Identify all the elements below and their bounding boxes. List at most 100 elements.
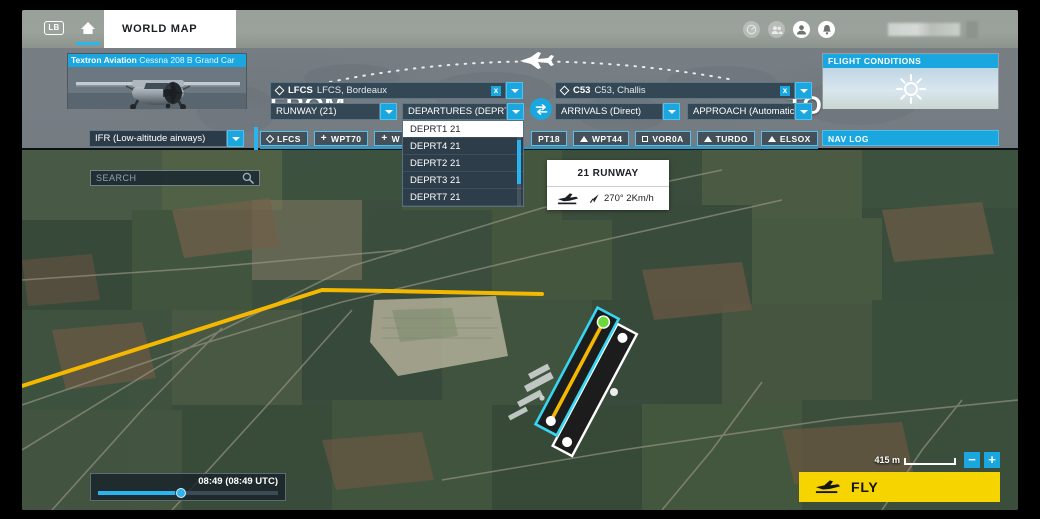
zoom-out-button[interactable]: − (964, 452, 980, 468)
to-airport-code: C53 (573, 85, 590, 96)
waypoint-label: WPT44 (592, 134, 622, 144)
dropdown-option[interactable]: DEPRT3 21 (403, 172, 523, 189)
waypoint-strip-marker (254, 127, 258, 150)
flight-rule-combo[interactable]: IFR (Low-altitude airways) (89, 130, 244, 147)
arrivals-combo[interactable]: ARRIVALS (Direct) (555, 103, 680, 120)
departures-field[interactable]: DEPARTURES (DEPRT1 2 (402, 103, 507, 120)
airport-diamond-icon (560, 86, 570, 96)
waypoint-chip[interactable]: PT18 (531, 131, 567, 146)
aircraft-card[interactable]: Textron Aviation Cessna 208 B Grand Car (67, 53, 247, 109)
notifications-icon[interactable] (818, 21, 835, 38)
dropdown-scrollbar-thumb[interactable] (517, 140, 521, 184)
sun-icon (895, 73, 927, 105)
waypoint-label: LFCS (277, 134, 301, 144)
aircraft-title: Textron Aviation Cessna 208 B Grand Car (68, 54, 246, 67)
from-airport-row: LFCS LFCS, Bordeaux x (270, 82, 523, 99)
time-slider-fill (98, 491, 175, 495)
from-airport-code: LFCS (288, 85, 313, 96)
arrivals-value: ARRIVALS (Direct) (561, 106, 641, 117)
waypoint-chip[interactable]: LFCS (260, 131, 308, 146)
from-airport-field[interactable]: LFCS LFCS, Bordeaux x (270, 82, 506, 99)
waypoint-diamond-icon (266, 134, 274, 142)
dropdown-option[interactable]: DEPRT7 21 (403, 189, 523, 206)
waypoint-chip[interactable]: VOR0A (635, 131, 690, 146)
time-slider-track[interactable] (98, 491, 278, 495)
waypoint-square-icon (642, 136, 648, 142)
runway-wind-value: 270° 2Km/h (604, 193, 654, 204)
fly-button-label: FLY (851, 479, 879, 495)
dropdown-option[interactable]: DEPRT1 21 (403, 121, 523, 138)
to-airport-clear-button[interactable]: x (780, 86, 790, 96)
home-tab[interactable] (72, 10, 104, 48)
nav-log-panel[interactable]: NAV LOG (822, 130, 999, 146)
swap-icon (535, 103, 548, 116)
zoom-in-button[interactable]: + (984, 452, 1000, 468)
waypoint-chip[interactable]: TURDO (697, 131, 755, 146)
flight-conditions-body (823, 68, 998, 109)
aircraft-model: Cessna 208 B Grand Car (139, 55, 234, 65)
waypoint-triangle-icon (580, 136, 588, 142)
departures-combo[interactable]: DEPARTURES (DEPRT1 2 (402, 103, 524, 120)
to-airport-combo[interactable]: C53 C53, Challis x (555, 82, 812, 99)
waypoint-strip[interactable]: LFCS + WPT70 + W PT18 WPT44 VOR0A TURDO … (260, 129, 818, 148)
departures-value: DEPARTURES (DEPRT1 2 (408, 106, 507, 117)
airplane-icon (557, 192, 579, 206)
tab-world-map[interactable]: WORLD MAP (104, 10, 236, 48)
flight-rule-chevron-down-icon[interactable] (227, 130, 244, 147)
wind-icon (589, 193, 600, 204)
approach-chevron-down-icon[interactable] (795, 103, 812, 120)
dropdown-option[interactable]: DEPRT4 21 (403, 138, 523, 155)
aircraft-maker: Textron Aviation (71, 55, 137, 65)
waypoint-chip[interactable]: + WPT70 (314, 131, 369, 146)
approach-row: APPROACH (Automatic) (687, 103, 812, 120)
runway-tooltip-body: 270° 2Km/h (547, 187, 669, 210)
waypoint-plus-icon: + (321, 134, 327, 144)
friends-icon[interactable] (768, 21, 785, 38)
from-runway-row: RUNWAY (21) (270, 103, 397, 120)
flight-rule-field[interactable]: IFR (Low-altitude airways) (89, 130, 227, 147)
waypoint-chip[interactable]: WPT44 (573, 131, 629, 146)
aircraft-thumbnail (68, 67, 246, 109)
runway-tooltip-title: 21 RUNWAY (547, 160, 669, 187)
waypoint-strip-underline (260, 147, 818, 149)
waypoint-label: TURDO (716, 134, 748, 144)
flight-rule-value: IFR (Low-altitude airways) (95, 133, 205, 144)
to-airport-chevron-down-icon[interactable] (795, 82, 812, 99)
arrivals-chevron-down-icon[interactable] (663, 103, 680, 120)
departures-chevron-down-icon[interactable] (507, 103, 524, 120)
waypoint-triangle-icon (768, 136, 776, 142)
approach-field[interactable]: APPROACH (Automatic) (687, 103, 795, 120)
from-airport-clear-button[interactable]: x (491, 86, 501, 96)
profile-icon[interactable] (793, 21, 810, 38)
dropdown-option[interactable]: DEPRT2 21 (403, 155, 523, 172)
approach-combo[interactable]: APPROACH (Automatic) (687, 103, 812, 120)
username-blurred (888, 23, 960, 36)
app-window: LB WORLD MAP (22, 10, 1018, 510)
arrivals-field[interactable]: ARRIVALS (Direct) (555, 103, 663, 120)
waypoint-chip[interactable]: ELSOX (761, 131, 818, 146)
to-airport-field[interactable]: C53 C53, Challis x (555, 82, 795, 99)
time-of-day-slider[interactable]: 08:49 (08:49 UTC) (90, 473, 286, 501)
search-input[interactable] (96, 173, 242, 183)
to-airport-row: C53 C53, Challis x (555, 82, 812, 99)
search-icon (242, 172, 254, 184)
top-header-bar: LB WORLD MAP (22, 10, 1018, 48)
flight-conditions-panel[interactable]: FLIGHT CONDITIONS (822, 53, 999, 109)
search-box[interactable] (90, 170, 260, 186)
radar-icon[interactable] (743, 21, 760, 38)
runway-tooltip[interactable]: 21 RUNWAY 270° 2Km/h (547, 160, 669, 210)
from-runway-field[interactable]: RUNWAY (21) (270, 103, 380, 120)
swap-from-to-button[interactable] (530, 98, 552, 120)
waypoint-label: VOR0A (652, 134, 683, 144)
arrivals-row: ARRIVALS (Direct) (555, 103, 680, 120)
departures-dropdown-list[interactable]: DEPRT1 21 DEPRT4 21 DEPRT2 21 DEPRT3 21 … (402, 120, 524, 207)
from-runway-chevron-down-icon[interactable] (380, 103, 397, 120)
waypoint-label: PT18 (538, 134, 560, 144)
from-airport-chevron-down-icon[interactable] (506, 82, 523, 99)
fly-button[interactable]: FLY (799, 472, 1000, 502)
waypoint-label: W (392, 134, 400, 144)
from-runway-combo[interactable]: RUNWAY (21) (270, 103, 397, 120)
time-slider-handle[interactable] (176, 488, 186, 498)
from-airport-combo[interactable]: LFCS LFCS, Bordeaux x (270, 82, 523, 99)
from-runway-value: RUNWAY (21) (276, 106, 337, 117)
